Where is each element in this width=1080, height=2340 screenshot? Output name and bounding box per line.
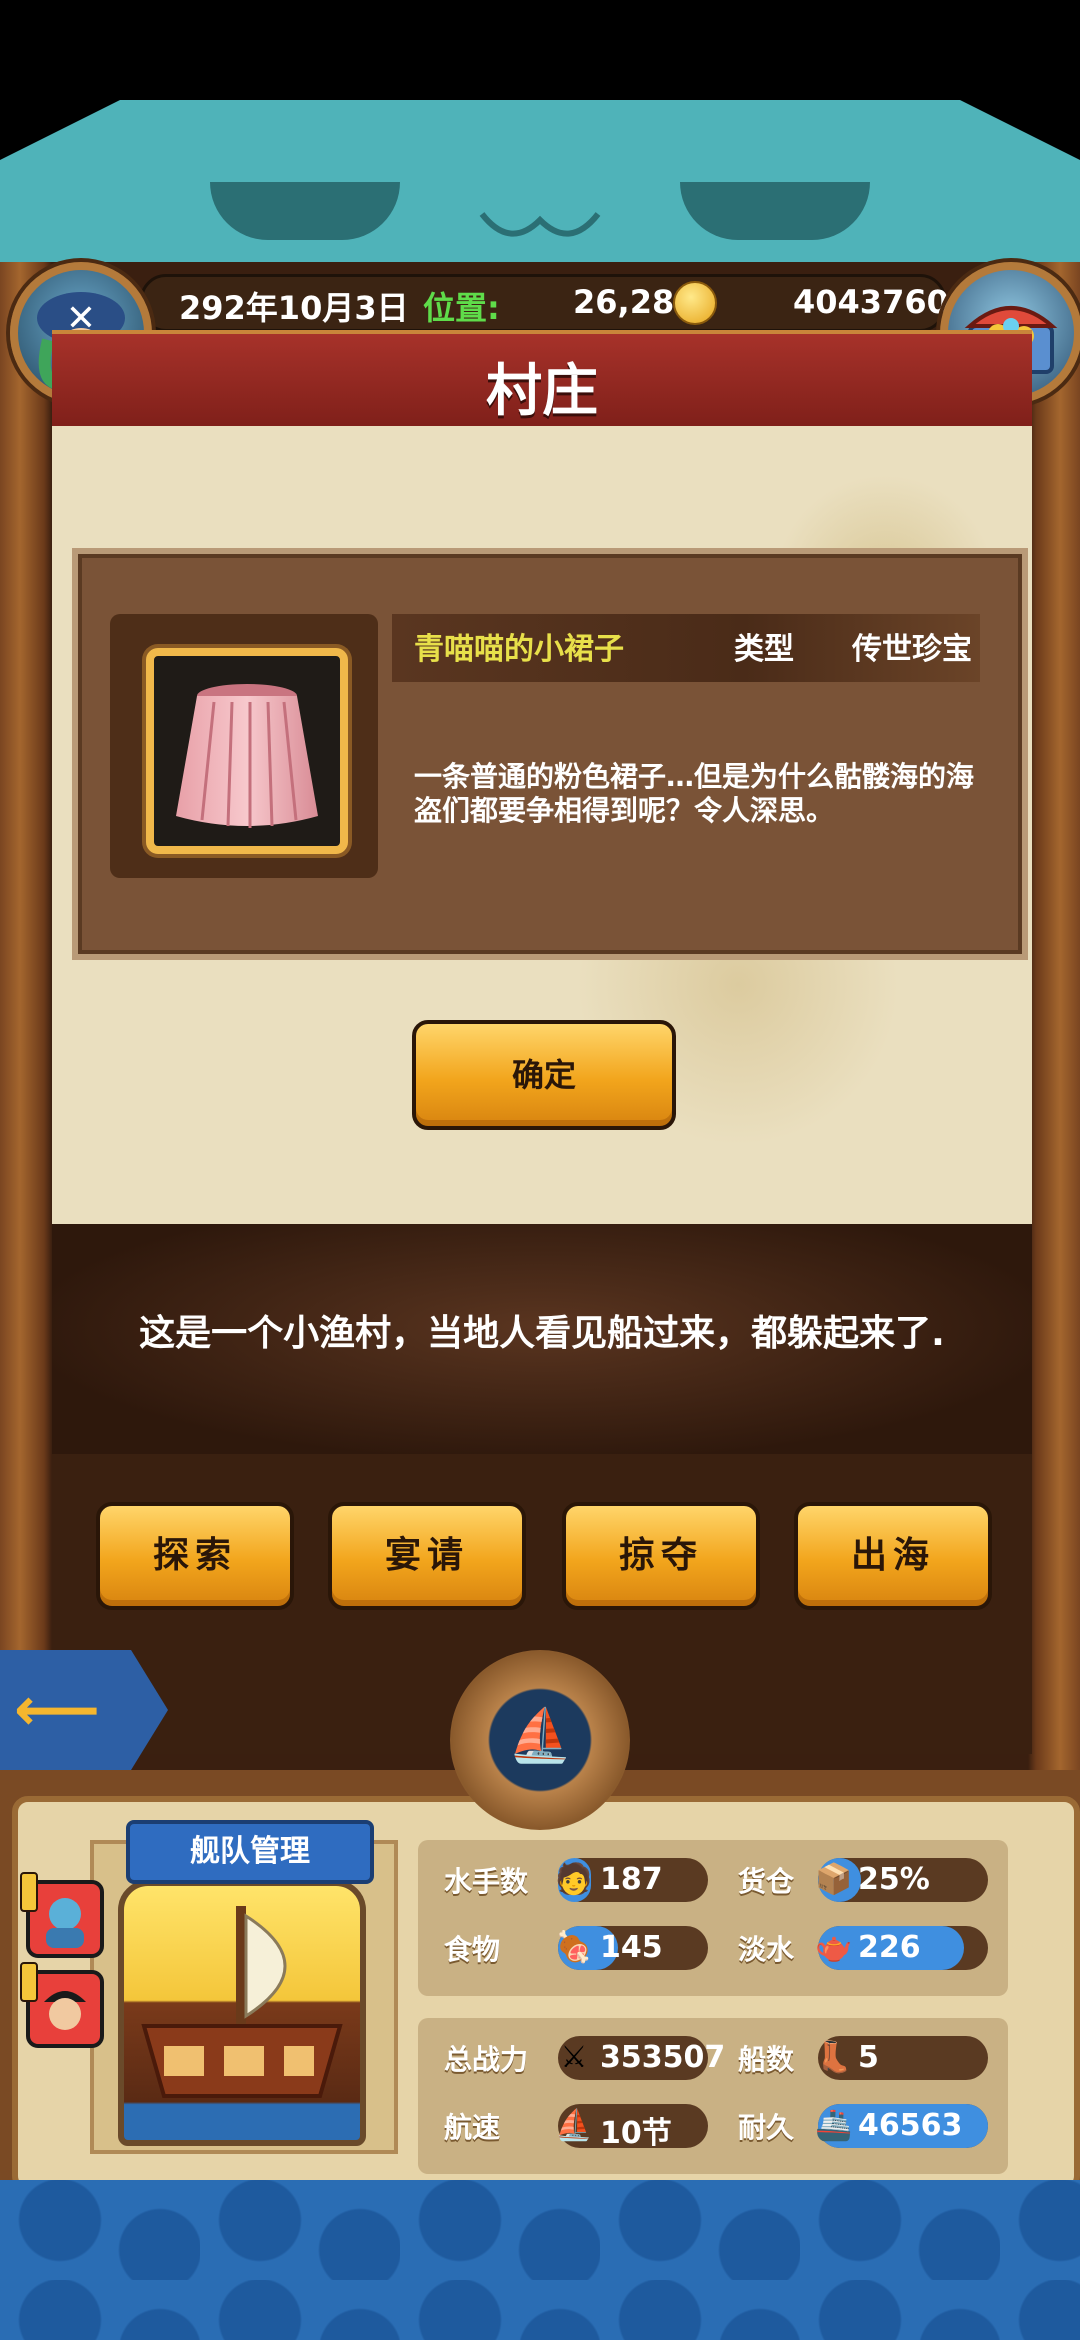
cat-face-banner <box>0 100 1080 265</box>
cat-eye-right <box>680 182 870 240</box>
alert-icon <box>20 1962 38 2002</box>
durability-bar: 🚢 46563 <box>815 2104 988 2148</box>
sailors-value: 187 <box>600 1862 663 1897</box>
cargo-value: 25% <box>858 1862 930 1897</box>
sailors-label: 水手数 <box>444 1865 529 1898</box>
food-label: 食物 <box>444 1933 501 1966</box>
pirate-face-icon <box>44 1991 86 2030</box>
boot-icon: 👢 <box>815 2040 853 2075</box>
location-label: 位置: <box>423 289 500 327</box>
item-type-value: 传世珍宝 <box>852 632 972 667</box>
power-bar: ⚔ 353507 <box>558 2036 725 2080</box>
item-description: 一条普通的粉色裙子…但是为什么骷髅海的海盗们都要争相得到呢？令人深思。 <box>414 760 975 827</box>
gold-amount: 4043760 <box>793 283 949 321</box>
fleet-management-title[interactable]: 舰队管理 <box>126 1820 374 1884</box>
water-jug-icon: 🫖 <box>815 1930 853 1965</box>
narrative-text: 这是一个小渔村，当地人看见船过来，都躲起来了. <box>139 1313 945 1354</box>
boat-icon: ⛵ <box>507 1706 573 1766</box>
cat-ear-left <box>0 100 120 160</box>
cat-eye-left <box>210 182 400 240</box>
durability-value: 46563 <box>858 2108 963 2143</box>
narrative-panel: 这是一个小渔村，当地人看见船过来，都躲起来了. <box>52 1224 1032 1454</box>
item-name-bar: 青喵喵的小裙子 类型 传世珍宝 <box>392 614 980 682</box>
top-black-bar <box>0 0 1080 100</box>
crossed-swords-icon: ⚔ <box>560 2040 588 2075</box>
ship-hull-icon: 🚢 <box>815 2108 853 2143</box>
status-bar: 292年10月3日 位置: 26,28 4043760 <box>140 274 949 332</box>
water-bar: 🫖 226 <box>815 1926 988 1970</box>
power-label: 总战力 <box>444 2043 529 2076</box>
explore-button[interactable]: 探索 <box>96 1502 294 1610</box>
feast-button[interactable]: 宴请 <box>328 1502 526 1610</box>
cat-ear-right <box>960 100 1080 160</box>
item-name: 青喵喵的小裙子 <box>414 632 624 667</box>
cargo-label: 货仓 <box>738 1865 795 1898</box>
pink-skirt-icon <box>176 684 318 828</box>
set-sail-button[interactable]: 出海 <box>794 1502 992 1610</box>
ships-value: 5 <box>858 2040 879 2075</box>
durability-label: 耐久 <box>738 2111 795 2144</box>
gold-coin-icon <box>673 281 717 325</box>
food-value: 145 <box>600 1930 663 1965</box>
alert-icon <box>20 1872 38 1912</box>
date-text: 292年10月3日 <box>179 289 409 327</box>
meat-icon: 🍖 <box>555 1930 593 1965</box>
sailors-bar: 🧑 187 <box>555 1858 708 1902</box>
crate-icon: 📦 <box>815 1862 853 1897</box>
speed-bar: ⛵ 10节 <box>555 2104 708 2151</box>
confirm-button[interactable]: 确定 <box>412 1020 676 1130</box>
water-value: 226 <box>858 1930 921 1965</box>
item-slot <box>146 648 348 854</box>
power-value: 353507 <box>600 2040 726 2075</box>
sailor-icon: 🧑 <box>555 1862 593 1897</box>
speed-label: 航速 <box>444 2111 501 2144</box>
ship-illustration[interactable] <box>118 1880 366 2146</box>
water-label: 淡水 <box>738 1933 795 1966</box>
back-arrow-icon: ⟵ <box>14 1675 101 1745</box>
sailboat-icon: ⛵ <box>555 2108 593 2143</box>
speed-value: 10节 <box>600 2116 672 2151</box>
fleet-stats: 水手数 🧑 187 货仓 📦 25% 食物 🍖 145 淡水 🫖 226 总战力… <box>418 1840 1008 2174</box>
plunder-button[interactable]: 掠夺 <box>562 1502 760 1610</box>
cargo-bar: 📦 25% <box>815 1858 988 1902</box>
cat-mouth <box>479 212 601 237</box>
page-title: 村庄 <box>486 359 598 424</box>
sea-waves <box>0 2180 1080 2340</box>
title-bar: 村庄 <box>52 330 1032 434</box>
pirate-ship-icon <box>141 1906 343 2098</box>
ships-bar: 👢 5 <box>815 2036 988 2080</box>
ships-label: 船数 <box>738 2043 795 2076</box>
location-value: 26,28 <box>573 283 675 321</box>
sailor-icon <box>46 1898 84 1948</box>
food-bar: 🍖 145 <box>555 1926 708 1970</box>
item-type-label: 类型 <box>734 632 794 667</box>
